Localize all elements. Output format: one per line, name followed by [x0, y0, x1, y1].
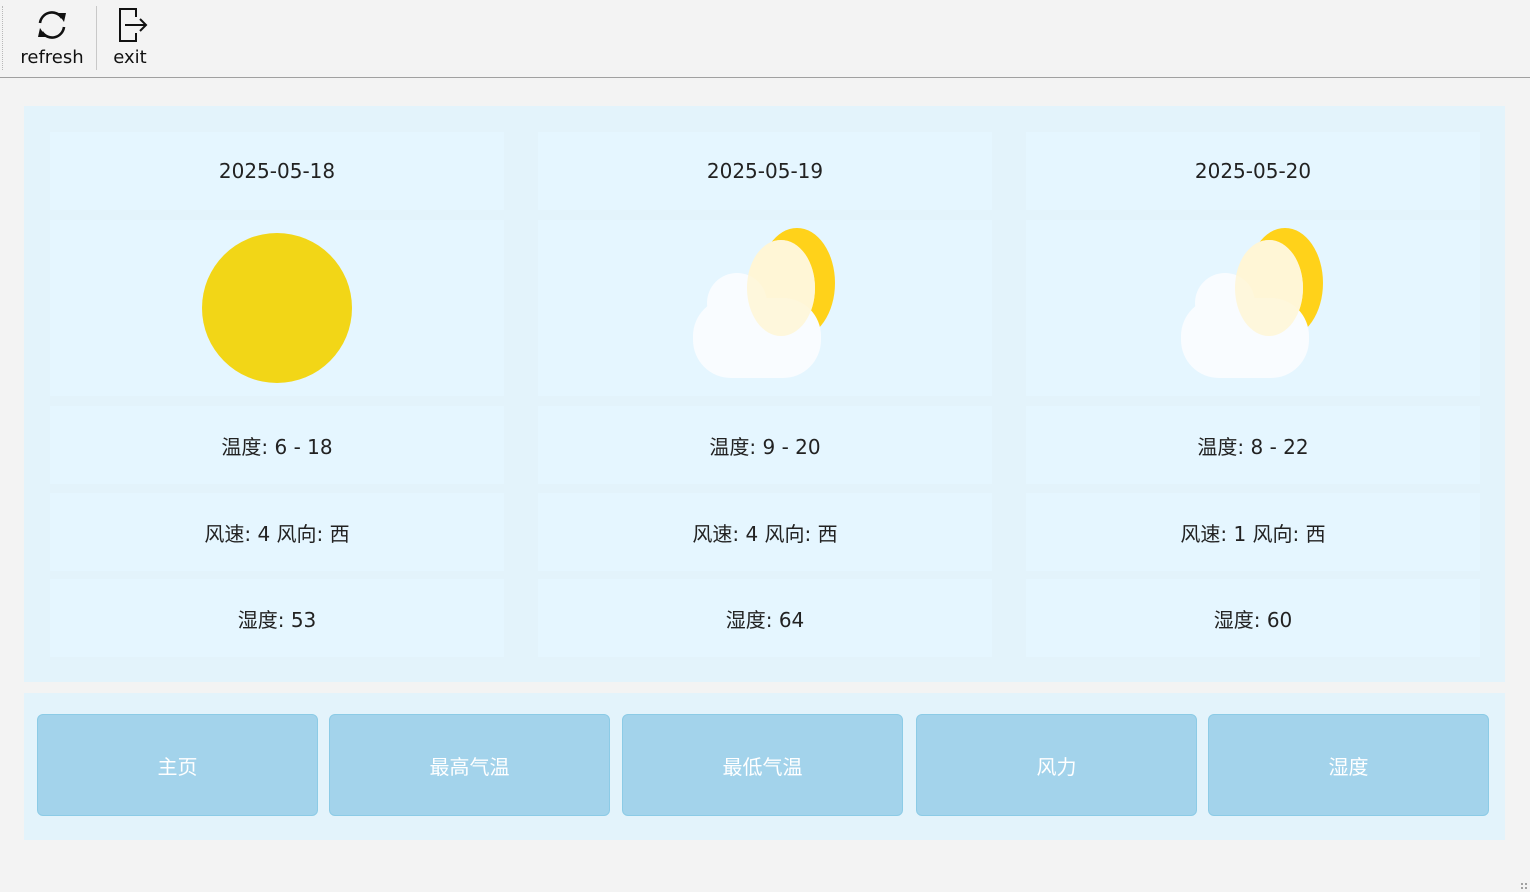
forecast-date: 2025-05-20: [1026, 132, 1480, 210]
nav-home-button[interactable]: 主页: [37, 714, 318, 816]
humidity-info: 湿度: 60: [1026, 579, 1480, 657]
nav-humidity-button[interactable]: 湿度: [1208, 714, 1489, 816]
nav-max-temp-button[interactable]: 最高气温: [329, 714, 610, 816]
toolbar-grip[interactable]: [2, 6, 4, 70]
weather-icon-cell: [1026, 220, 1480, 396]
toolbar: refresh exit: [0, 0, 1530, 78]
humidity-info: 湿度: 53: [50, 579, 504, 657]
resize-grip[interactable]: [1520, 882, 1528, 890]
sunny-icon: [202, 233, 352, 383]
nav-min-temp-button[interactable]: 最低气温: [622, 714, 903, 816]
exit-icon: [119, 8, 148, 42]
toolbar-separator: [96, 6, 97, 70]
forecast-date: 2025-05-19: [538, 132, 992, 210]
exit-label: exit: [113, 47, 147, 68]
refresh-icon: [38, 11, 66, 39]
weather-icon-cell: [538, 220, 992, 396]
partly-cloudy-icon: [693, 228, 835, 378]
partly-cloudy-icon: [1181, 228, 1323, 378]
wind-info: 风速: 4 风向: 西: [50, 493, 504, 571]
temperature-range: 温度: 8 - 22: [1026, 406, 1480, 484]
wind-info: 风速: 4 风向: 西: [538, 493, 992, 571]
nav-wind-button[interactable]: 风力: [916, 714, 1197, 816]
forecast-panel: 2025-05-18 温度: 6 - 18 风速: 4 风向: 西 湿度: 53…: [24, 106, 1505, 682]
weather-icon-cell: [50, 220, 504, 396]
refresh-label: refresh: [20, 47, 84, 68]
forecast-date: 2025-05-18: [50, 132, 504, 210]
exit-button[interactable]: exit: [104, 4, 156, 72]
temperature-range: 温度: 9 - 20: [538, 406, 992, 484]
temperature-range: 温度: 6 - 18: [50, 406, 504, 484]
humidity-info: 湿度: 64: [538, 579, 992, 657]
refresh-button[interactable]: refresh: [20, 4, 84, 72]
wind-info: 风速: 1 风向: 西: [1026, 493, 1480, 571]
nav-panel: 主页 最高气温 最低气温 风力 湿度: [24, 693, 1505, 840]
